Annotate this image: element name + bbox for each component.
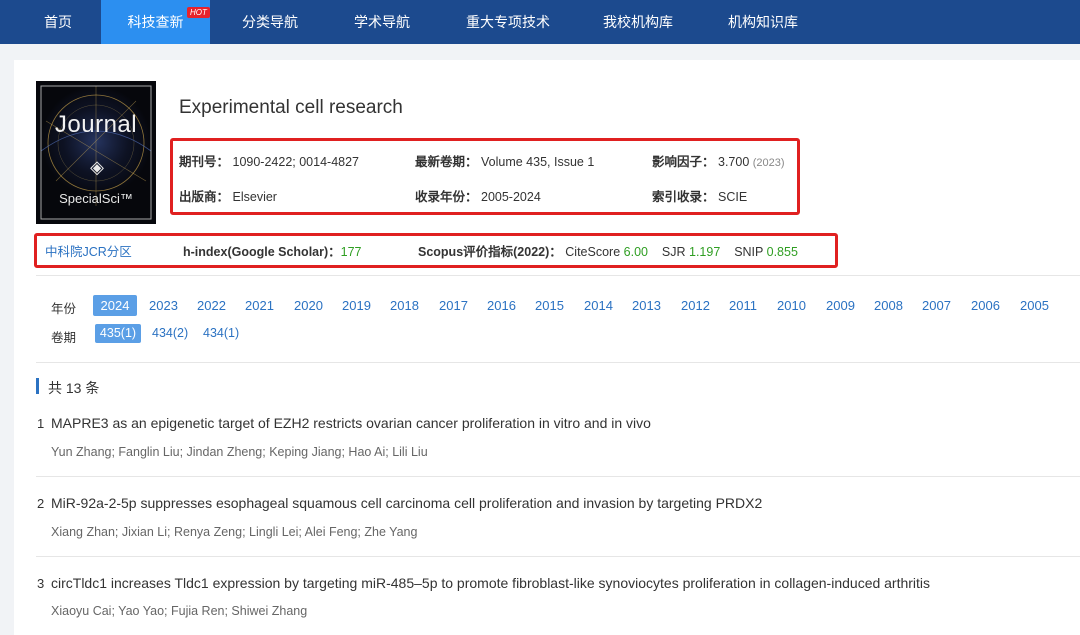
impact-factor-row: 影响因子： 3.700 (2023) — [652, 151, 785, 170]
divider — [36, 275, 1080, 276]
year-2012[interactable]: 2012 — [681, 295, 710, 316]
article-number: 1 — [37, 416, 45, 431]
volume-435-1[interactable]: 435(1) — [95, 324, 141, 343]
scopus-label: Scopus评价指标(2022)： — [418, 245, 562, 259]
year-2008[interactable]: 2008 — [874, 295, 903, 316]
scopus-metrics: Scopus评价指标(2022)： CiteScore 6.00 SJR 1.1… — [418, 241, 798, 260]
section-marker — [36, 378, 39, 394]
index-label: 索引收录： — [652, 190, 715, 204]
nav-item-school-repository[interactable]: 我校机构库 — [603, 0, 673, 44]
sjr-value: 1.197 — [689, 245, 721, 259]
journal-cover: Journal ◈ SpecialSci™ — [36, 81, 156, 224]
nav-item-major-projects[interactable]: 重大专项技术 — [466, 0, 550, 44]
volume-434-1[interactable]: 434(1) — [203, 324, 239, 343]
article-authors: Yun Zhang; Fanglin Liu; Jindan Zheng; Ke… — [51, 445, 428, 459]
stacked-layers-icon: ◈ — [90, 157, 104, 177]
year-2007[interactable]: 2007 — [922, 295, 951, 316]
hindex-value: 177 — [340, 245, 362, 259]
article-authors: Xiaoyu Cai; Yao Yao; Fujia Ren; Shiwei Z… — [51, 604, 308, 618]
nav-item-academic-navigation[interactable]: 学术导航 — [354, 0, 410, 44]
jcr-partition-link[interactable]: 中科院JCR分区 — [45, 241, 132, 260]
publisher-label: 出版商： — [179, 190, 230, 204]
coverage-years-label: 收录年份： — [415, 190, 478, 204]
year-2022[interactable]: 2022 — [197, 295, 226, 316]
divider — [36, 362, 1080, 363]
impact-factor-year: (2023) — [752, 157, 785, 169]
divider — [36, 556, 1080, 557]
snip-label: SNIP — [734, 245, 764, 259]
year-2006[interactable]: 2006 — [971, 295, 1000, 316]
year-2019[interactable]: 2019 — [342, 295, 371, 316]
nav-item-institution-repository[interactable]: 机构知识库 — [728, 0, 798, 44]
year-2021[interactable]: 2021 — [245, 295, 274, 316]
year-2011[interactable]: 2011 — [729, 295, 757, 316]
nav-item-novelty-search[interactable]: 科技查新 HOT — [101, 0, 210, 44]
latest-issue-value: Volume 435, Issue 1 — [481, 155, 595, 169]
divider — [36, 476, 1080, 477]
result-count: 共 13 条 — [48, 380, 100, 396]
coverage-years-value: 2005-2024 — [481, 190, 541, 204]
latest-issue-label: 最新卷期： — [415, 155, 478, 169]
journal-title: Experimental cell research — [179, 97, 403, 118]
index-row: 索引收录： SCIE — [652, 186, 747, 205]
year-2013[interactable]: 2013 — [632, 295, 661, 316]
year-2009[interactable]: 2009 — [826, 295, 855, 316]
impact-factor-label: 影响因子： — [652, 155, 715, 169]
hot-badge: HOT — [187, 7, 210, 18]
nav-item-label: 科技查新 — [127, 14, 184, 30]
year-2023[interactable]: 2023 — [149, 295, 178, 316]
article-authors: Xiang Zhan; Jixian Li; Renya Zeng; Lingl… — [51, 525, 418, 539]
issn-value: 1090-2422; 0014-4827 — [232, 155, 360, 169]
article-number: 2 — [37, 496, 45, 511]
citescore-value: 6.00 — [623, 245, 648, 259]
nav-item-category-navigation[interactable]: 分类导航 — [242, 0, 298, 44]
article-number: 3 — [37, 576, 45, 591]
article-title-link[interactable]: MAPRE3 as an epigenetic target of EZH2 r… — [51, 415, 651, 431]
year-2016[interactable]: 2016 — [487, 295, 516, 316]
year-2017[interactable]: 2017 — [439, 295, 468, 316]
top-navbar: 首页 科技查新 HOT 分类导航 学术导航 重大专项技术 我校机构库 机构知识库 — [0, 0, 1080, 44]
article-title-link[interactable]: circTldc1 increases Tldc1 expression by … — [51, 575, 930, 591]
latest-issue-row: 最新卷期： Volume 435, Issue 1 — [415, 151, 594, 170]
year-2024[interactable]: 2024 — [93, 295, 137, 316]
citescore-label: CiteScore — [565, 245, 621, 259]
publisher-row: 出版商： Elsevier — [179, 186, 277, 205]
volume-filter-label: 卷期 — [51, 331, 77, 345]
hindex-metric: h-index(Google Scholar)：177 — [183, 241, 362, 260]
sjr-label: SJR — [661, 245, 686, 259]
year-2020[interactable]: 2020 — [294, 295, 323, 316]
year-2018[interactable]: 2018 — [390, 295, 419, 316]
nav-item-home[interactable]: 首页 — [44, 0, 72, 44]
coverage-years-row: 收录年份： 2005-2024 — [415, 186, 541, 205]
cover-title: Journal — [54, 111, 138, 138]
hindex-label: h-index(Google Scholar)： — [183, 245, 341, 259]
article-title-link[interactable]: MiR-92a-2-5p suppresses esophageal squam… — [51, 495, 762, 511]
cover-brand: SpecialSci™ — [59, 191, 133, 206]
publisher-value: Elsevier — [232, 190, 277, 204]
year-2015[interactable]: 2015 — [535, 295, 564, 316]
volume-434-2[interactable]: 434(2) — [152, 324, 188, 343]
issn-row: 期刊号： 1090-2422; 0014-4827 — [179, 151, 359, 170]
index-value: SCIE — [718, 190, 748, 204]
year-2014[interactable]: 2014 — [584, 295, 613, 316]
year-filter-label: 年份 — [51, 302, 77, 316]
snip-value: 0.855 — [766, 245, 798, 259]
year-2005[interactable]: 2005 — [1020, 295, 1049, 316]
issn-label: 期刊号： — [179, 155, 230, 169]
impact-factor-value: 3.700 — [718, 155, 750, 169]
year-2010[interactable]: 2010 — [777, 295, 806, 316]
